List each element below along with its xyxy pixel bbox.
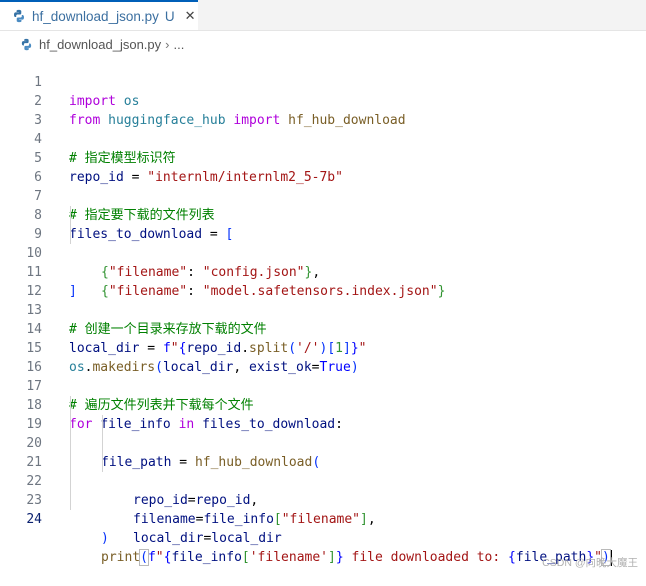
bracket: ] [328, 550, 336, 565]
indent-guide [70, 225, 71, 244]
code-editor[interactable]: 1 import os 2 from huggingface_hub impor… [0, 54, 646, 566]
code-line: 6 [0, 149, 646, 185]
variable: local_dir [211, 531, 282, 546]
code-line: 3 [0, 92, 646, 128]
code-line: 10 {"filename": "model.safetensors.index… [0, 225, 646, 299]
fstring-prefix: f [147, 550, 156, 565]
function-name: print [101, 550, 141, 565]
python-file-icon [21, 38, 32, 50]
code-line: 23 ) [0, 472, 646, 546]
code-line-active: 24 print(f"{file_info['filename']} file … [0, 491, 646, 566]
code-line: 7 # 指定要下载的文件列表 [0, 168, 646, 223]
code-line: 14 local_dir = f"{repo_id.split('/')[1]}… [0, 301, 646, 356]
keyword-argument: local_dir [133, 531, 204, 546]
indent-guide [102, 453, 103, 472]
string-literal: " [155, 550, 164, 565]
close-icon[interactable]: ✕ [185, 8, 196, 24]
breadcrumb-file[interactable]: hf_download_json.py [39, 37, 161, 52]
bracket: [ [273, 512, 282, 527]
indent-guide [102, 434, 103, 453]
indent-guide [70, 472, 71, 491]
keyword-argument: filename [133, 512, 196, 527]
code-line: 18 for file_info in files_to_download: [0, 377, 646, 432]
indent-guide [70, 434, 71, 453]
string-literal: 'filename' [249, 550, 329, 565]
indent-guide [70, 415, 71, 434]
indent-guide [102, 415, 103, 434]
code-line: 4 # 指定模型标识符 [0, 111, 646, 166]
code-line: 22 local_dir=local_dir [0, 453, 646, 546]
code-line: 13 # 创建一个目录来存放下载的文件 [0, 282, 646, 337]
string-literal: "filename" [281, 512, 361, 527]
code-line: 12 [0, 263, 646, 299]
chevron-right-icon: › [165, 36, 170, 52]
code-line: 11 ] [0, 244, 646, 299]
bracket: ) [101, 531, 109, 546]
code-line: 20 repo_id=repo_id, [0, 415, 646, 508]
code-line: 21 filename=file_info["filename"], [0, 434, 646, 527]
indent-guide [70, 206, 71, 225]
bracket: [ [241, 550, 250, 565]
breadcrumb-more[interactable]: ... [174, 37, 185, 52]
fstring-brace: } [335, 550, 344, 565]
code-line: 2 from huggingface_hub import hf_hub_dow… [0, 73, 646, 128]
code-line: 17 # 遍历文件列表并下载每个文件 [0, 358, 646, 413]
code-line: 9 {"filename": "config.json"}, [0, 206, 646, 280]
untracked-status-badge: U [164, 8, 175, 24]
python-file-icon [14, 9, 24, 23]
code-line: 16 [0, 339, 646, 375]
variable: file_info [203, 512, 274, 527]
code-line: 5 repo_id = "internlm/internlm2_5-7b" [0, 130, 646, 185]
code-line: 1 import os [0, 54, 646, 109]
indent-guide [70, 491, 71, 510]
tab-filename: hf_download_json.py [32, 8, 159, 24]
tab-bar: hf_download_json.py U ✕ [0, 0, 646, 31]
indent-guide [70, 453, 71, 472]
bracket: ( [139, 549, 149, 566]
breadcrumb: hf_download_json.py › ... [20, 35, 184, 53]
operator: , [367, 512, 376, 527]
code-line: 19 file_path = hf_hub_download( [0, 396, 646, 470]
tab-hf-download-json[interactable]: hf_download_json.py U ✕ [0, 0, 198, 30]
variable: file_info [171, 550, 242, 565]
string-literal: file downloaded to: [343, 550, 509, 565]
bracket: ] [360, 512, 368, 527]
watermark: CSDN @向晚大魔王 [542, 557, 638, 569]
line-number: 24 [26, 512, 42, 527]
code-line: 8 files_to_download = [ [0, 187, 646, 242]
code-line: 15 os.makedirs(local_dir, exist_ok=True) [0, 320, 646, 375]
indent-guide [70, 396, 71, 415]
fstring-brace: { [508, 550, 516, 565]
